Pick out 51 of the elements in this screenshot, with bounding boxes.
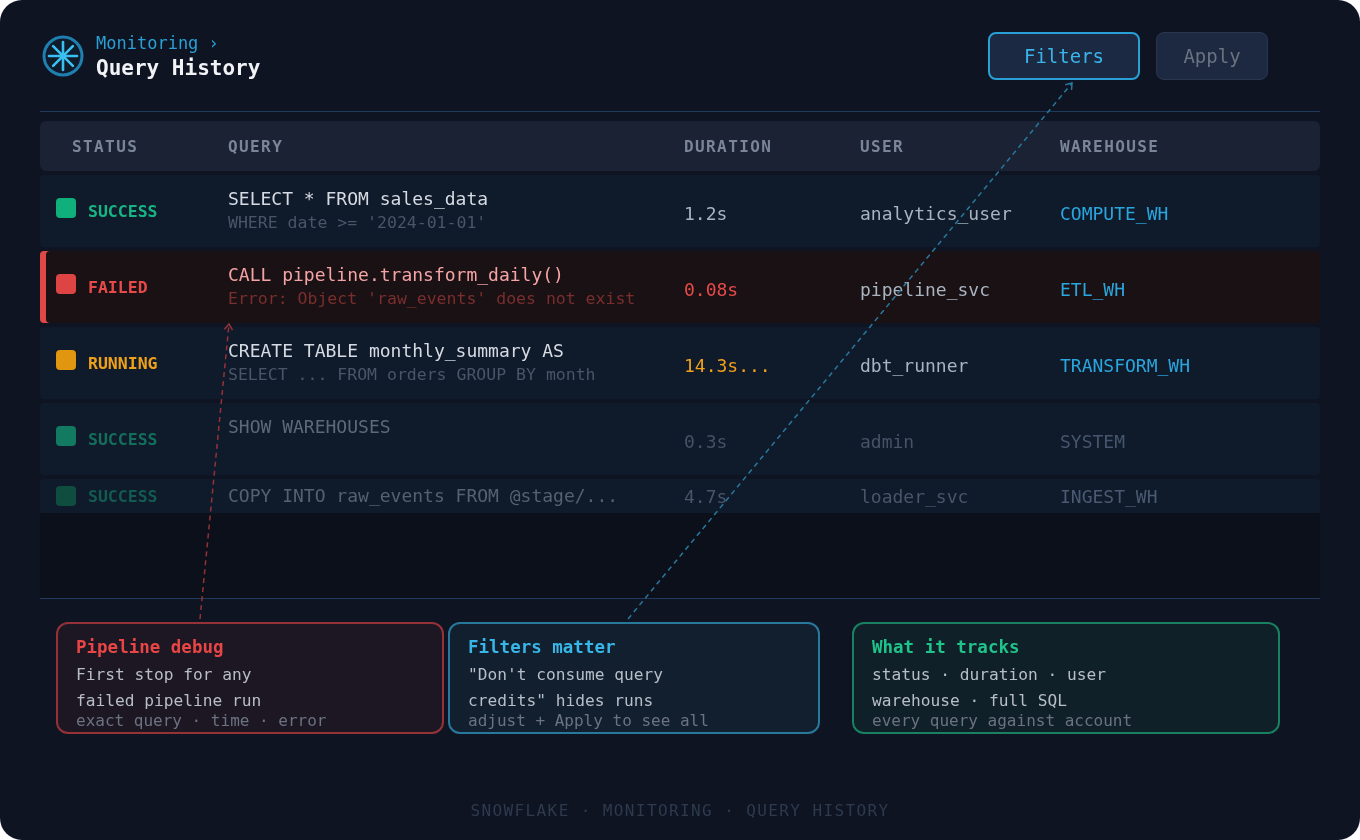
warehouse-cell: COMPUTE_WH (1060, 202, 1169, 224)
column-header[interactable]: DURATION (684, 136, 773, 156)
user-cell: analytics_user (860, 202, 1012, 224)
query-text: CALL pipeline.transform_daily() (228, 263, 564, 287)
user-cell: dbt_runner (860, 354, 969, 376)
callout-note: adjust + Apply to see all (468, 714, 709, 728)
duration-cell: 14.3s... (684, 354, 771, 376)
query-detail: SELECT ... FROM orders GROUP BY month (228, 364, 596, 386)
query-text: SHOW WAREHOUSES (228, 415, 391, 439)
callout-text: First stop for any failed pipeline run (76, 664, 262, 712)
warehouse-cell: TRANSFORM_WH (1060, 354, 1191, 376)
duration-cell: 1.2s (684, 202, 728, 224)
warehouse-cell: SYSTEM (1060, 430, 1126, 452)
action-button[interactable]: Filters (988, 32, 1140, 80)
user-cell: pipeline_svc (860, 278, 991, 300)
duration-cell: 0.08s (684, 278, 739, 300)
callout-title: What it tracks (872, 636, 1020, 658)
status-label: SUCCESS (88, 486, 158, 506)
query-row[interactable]: SUCCESS SELECT * FROM sales_data WHERE date >= '2024-01-01' 1.2s analytics_user COMPUTE_WH (40, 175, 1320, 247)
callout-title: Pipeline debug (76, 636, 224, 658)
status-label: SUCCESS (88, 201, 158, 221)
column-header[interactable]: STATUS (72, 136, 139, 156)
query-row[interactable]: FAILED CALL pipeline.transform_daily() Error: Object 'raw_events' does not exist 0.08s pipeline_svc ETL_WH (40, 251, 1320, 323)
query-text: SELECT * FROM sales_data (228, 187, 489, 211)
warehouse-cell: ETL_WH (1060, 278, 1126, 300)
callout-note: exact query · time · error (76, 714, 327, 728)
query-row[interactable]: SUCCESS SHOW WAREHOUSES 0.3s admin SYSTEM (40, 403, 1320, 475)
query-detail: WHERE date >= '2024-01-01' (228, 212, 487, 234)
status-label: FAILED (88, 277, 148, 297)
query-text: COPY INTO raw_events FROM @stage/... (228, 484, 619, 508)
duration-cell: 4.7s (684, 485, 728, 507)
column-header[interactable]: USER (860, 136, 905, 156)
callout-note: every query against account (872, 714, 1133, 728)
callout-text: "Don't consume query credits" hides runs (468, 664, 663, 712)
query-text: CREATE TABLE monthly_summary AS (228, 339, 564, 363)
snowflake-icon (42, 35, 84, 77)
warehouse-cell: INGEST_WH (1060, 485, 1158, 507)
page-title: Query History (96, 55, 261, 81)
breadcrumb-link[interactable]: Monitoring › (96, 31, 219, 55)
callout-text: status · duration · user warehouse · full SQL (872, 664, 1106, 712)
user-cell: loader_svc (860, 485, 969, 507)
status-label: RUNNING (88, 353, 158, 373)
column-header[interactable]: WAREHOUSE (1060, 136, 1160, 156)
duration-cell: 0.3s (684, 430, 728, 452)
callout-title: Filters matter (468, 636, 616, 658)
status-label: SUCCESS (88, 429, 158, 449)
query-detail: Error: Object 'raw_events' does not exist (228, 288, 636, 310)
query-row[interactable]: RUNNING CREATE TABLE monthly_summary AS SELECT ... FROM orders GROUP BY month 14.3s... dbt_runner TRANSFORM_WH (40, 327, 1320, 399)
query-row[interactable]: SUCCESS COPY INTO raw_events FROM @stage/... 4.7s loader_svc INGEST_WH (40, 479, 1320, 513)
user-cell: admin (860, 430, 915, 452)
column-header[interactable]: QUERY (228, 136, 284, 156)
